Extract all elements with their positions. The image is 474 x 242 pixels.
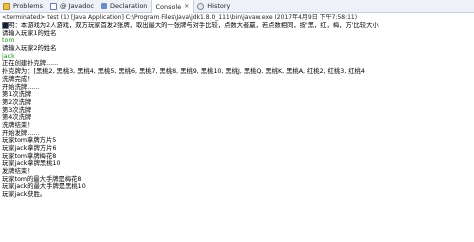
console-output[interactable]: 说明：本游戏为2人游戏，双方玩家首发2张牌，取出最大的一张牌与对手比较，点数大者… [2,22,472,240]
console-output-line: 说明：本游戏为2人游戏，双方玩家首发2张牌，取出最大的一张牌与对手比较，点数大者… [2,22,379,29]
close-icon[interactable]: ✕ [184,3,189,10]
console-output-line: 扑克牌为：[黑桃2, 黑桃3, 黑桃4, 黑桃5, 黑桃6, 黑桃7, 黑桃8,… [2,68,365,76]
console-output-line: 请输入玩家2的姓名 [2,45,57,53]
console-output-line: 开始洗牌...... [2,83,40,91]
console-output-line: 玩家tom拿牌方片5 [2,137,57,145]
problems-icon [3,2,10,10]
console-output-line: 开始发牌...... [2,129,40,137]
console-output-line: 洗牌完成！ [2,75,34,83]
console-output-line: 玩家tom拿牌梅花8 [2,152,57,160]
console-output-line: 请输入玩家1的姓名 [2,29,57,37]
console-output-line: 玩家jack获胜。 [2,191,47,199]
console-output-line: 正在创建扑克牌...... [2,60,59,68]
tab-console[interactable]: Console ✕ [2,0,195,29]
console-output-line: 玩家jack的最大手牌是黑桃10 [2,183,86,191]
console-output-line: 洗牌结束！ [2,121,34,129]
console-input-line: jack [2,52,15,60]
console-output-line: 第1次洗牌 [2,91,32,99]
console-output-line: 玩家jack拿牌方片6 [2,145,57,152]
tab-problems[interactable]: Problems [0,0,47,12]
console-output-line: 第3次洗牌 [2,106,32,114]
console-output-line: 第2次洗牌 [2,98,32,106]
tab-declaration-label: Declaration [109,2,148,10]
tab-javadoc[interactable]: @ Javadoc [47,0,98,12]
tab-console-label: Console [155,2,182,11]
javadoc-icon [49,2,57,10]
declaration-icon [100,3,107,9]
tab-declaration[interactable]: Declaration [98,0,151,12]
console-process-header: <terminated> test (1) [Java Application]… [2,14,358,21]
tab-history-label: History [207,2,231,10]
tab-problems-label: Problems [13,2,43,10]
console-output-line: 发牌结束！ [2,168,34,176]
tab-javadoc-label: @ Javadoc [59,2,94,10]
tab-history[interactable]: History [194,0,234,12]
view-tab-bar: Problems @ Javadoc Declaration Console ✕… [0,0,474,29]
console-output-line: 第4次洗牌 [2,114,32,122]
history-icon [197,2,205,10]
console-output-line: 玩家jack拿牌黑桃10 [2,160,61,168]
console-input-line: tom [2,37,15,45]
